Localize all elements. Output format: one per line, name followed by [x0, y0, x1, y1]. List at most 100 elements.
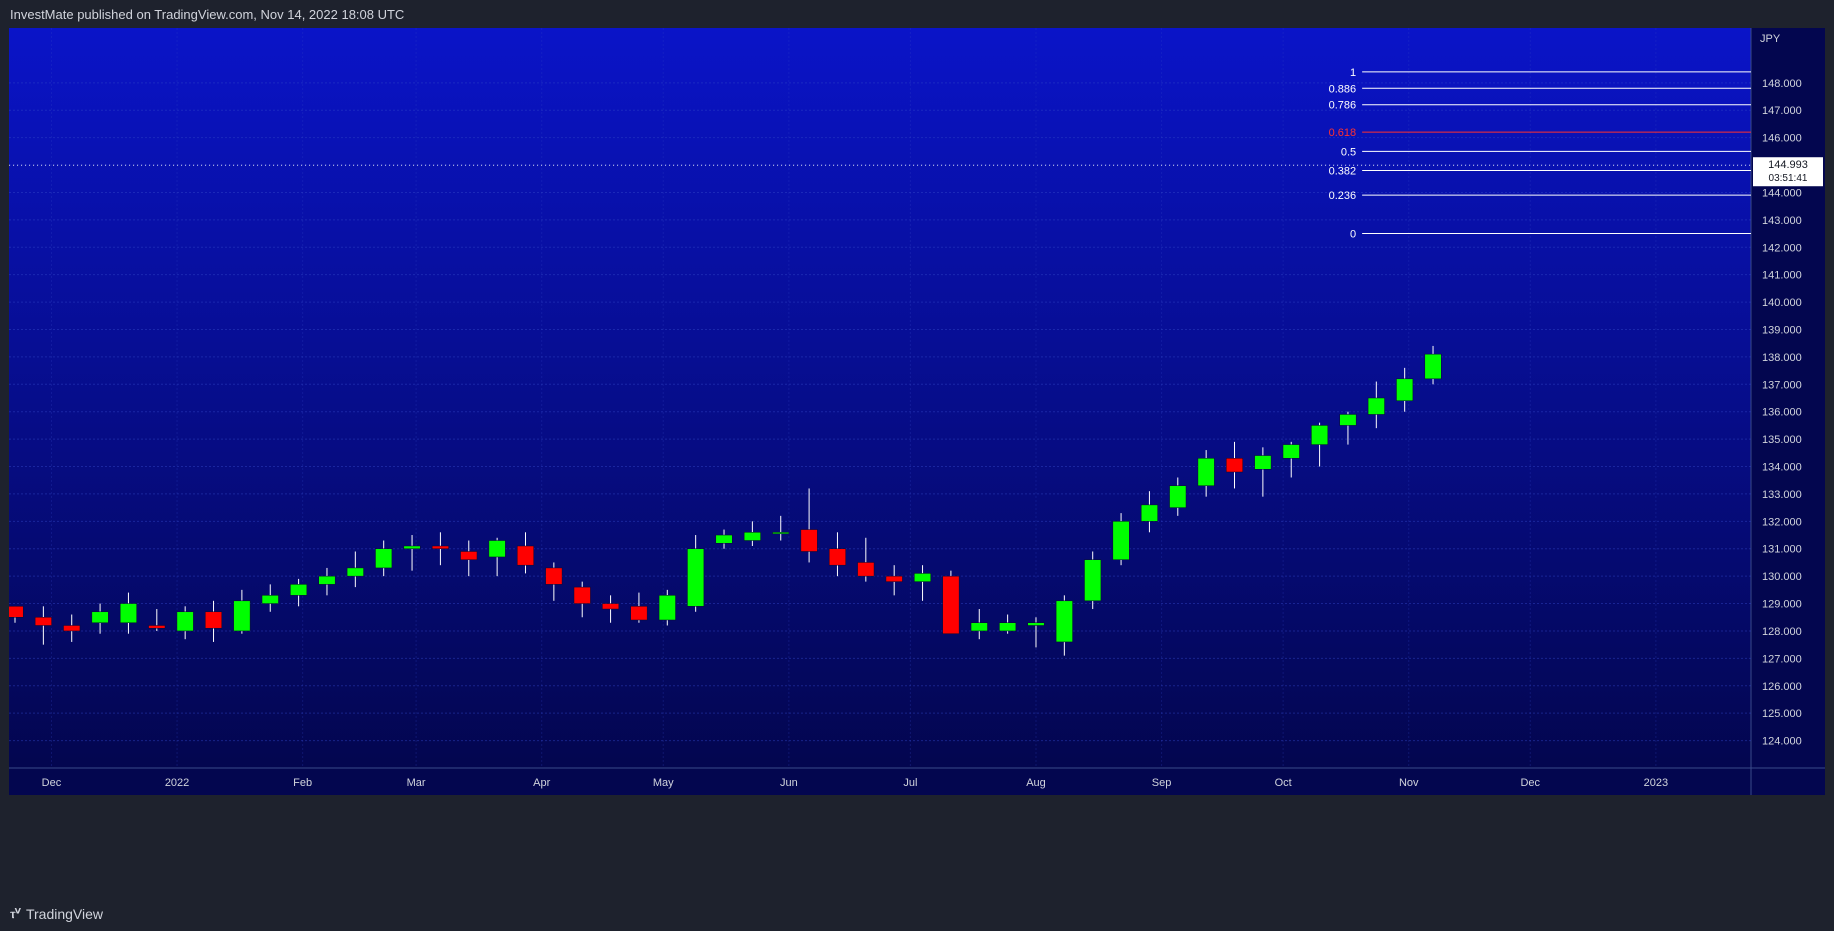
y-tick-label: 142.000 — [1762, 242, 1802, 254]
candle-body — [1396, 378, 1414, 401]
candle-body — [1084, 559, 1102, 602]
candle-body — [290, 584, 308, 596]
candle — [1084, 551, 1102, 610]
fib-level-label: 0.886 — [1329, 83, 1357, 95]
x-tick-label: Nov — [1399, 777, 1419, 789]
x-tick-label: Dec — [1520, 777, 1540, 789]
tradingview-brand[interactable]: ⲧⱽ TradingView — [10, 906, 103, 922]
y-tick-label: 148.000 — [1762, 78, 1802, 90]
candle-body — [800, 529, 818, 552]
candle-body — [715, 534, 733, 544]
tradingview-logo-icon: ⲧⱽ — [10, 906, 21, 922]
x-tick-label: May — [653, 777, 674, 789]
candle-body — [545, 567, 563, 585]
x-tick-label: Apr — [533, 777, 550, 789]
brand-name: TradingView — [25, 906, 104, 922]
candle-body — [261, 595, 279, 604]
x-tick-label: Jun — [780, 777, 798, 789]
y-tick-label: 138.000 — [1762, 352, 1802, 364]
y-tick-label: 125.000 — [1762, 708, 1802, 720]
x-tick-label: Feb — [293, 777, 312, 789]
y-tick-label: 132.000 — [1762, 516, 1802, 528]
y-tick-label: 129.000 — [1762, 599, 1802, 611]
x-tick-label: Sep — [1152, 777, 1172, 789]
candle-body — [205, 611, 222, 629]
candle-body — [63, 625, 81, 632]
y-tick-label: 126.000 — [1762, 681, 1802, 693]
candle-body — [233, 600, 251, 632]
y-tick-label: 124.000 — [1762, 736, 1802, 748]
y-tick-label: 133.000 — [1762, 489, 1802, 501]
candle-body — [517, 545, 534, 566]
candle-body — [403, 545, 421, 549]
candle-body — [431, 545, 449, 549]
x-tick-label: 2023 — [1644, 777, 1668, 789]
fib-level-label: 1 — [1350, 67, 1356, 79]
candle-body — [119, 603, 137, 623]
candle-body — [1112, 521, 1130, 560]
x-tick-label: 2022 — [165, 777, 189, 789]
fib-level-label: 0.382 — [1329, 166, 1357, 178]
current-price-value: 144.993 — [1768, 159, 1808, 171]
y-tick-label: 140.000 — [1762, 297, 1802, 309]
y-tick-label: 137.000 — [1762, 379, 1802, 391]
fib-level-label: 0.618 — [1329, 127, 1357, 139]
chart-area[interactable]: 1 0.886 0.786 0.618 0.5 0.382 0.236 0 124.000 12… — [9, 28, 1825, 895]
fib-level-label: 0.786 — [1329, 100, 1357, 112]
y-tick-label: 135.000 — [1762, 434, 1802, 446]
candle-body — [1282, 444, 1300, 459]
candle-body — [743, 532, 761, 541]
fib-level-label: 0 — [1350, 229, 1356, 241]
candle-body — [1169, 485, 1187, 508]
candle-body — [970, 622, 988, 632]
candle-body — [573, 586, 591, 604]
y-tick-label: 146.000 — [1762, 133, 1802, 145]
footer-bar: ⲧⱽ TradingView — [0, 898, 1834, 931]
candle-body — [488, 540, 506, 558]
candlestick-chart[interactable]: 1 0.886 0.786 0.618 0.5 0.382 0.236 0 124.000 12… — [9, 28, 1825, 895]
candle-body — [91, 611, 109, 623]
publish-header: InvestMate published on TradingView.com,… — [0, 0, 1834, 28]
x-tick-label: Dec — [42, 777, 62, 789]
candle-body — [1339, 414, 1357, 426]
y-tick-label: 141.000 — [1762, 270, 1802, 282]
y-tick-label: 127.000 — [1762, 653, 1802, 665]
candle-body — [772, 532, 790, 535]
fib-level-label: 0.5 — [1341, 146, 1356, 158]
candle-body — [1140, 504, 1158, 522]
candle-body — [1424, 353, 1442, 380]
candle-body — [1027, 622, 1045, 626]
candle-body — [1254, 455, 1272, 470]
plot-background — [9, 28, 1751, 768]
candle-body — [176, 611, 194, 632]
candle-body — [999, 622, 1017, 632]
y-tick-label: 143.000 — [1762, 215, 1802, 227]
candle-body — [1197, 458, 1215, 486]
candle-body — [687, 548, 705, 607]
x-tick-label: Jul — [903, 777, 917, 789]
y-tick-label: 139.000 — [1762, 324, 1802, 336]
y-tick-label: 147.000 — [1762, 105, 1802, 117]
y-tick-label: 134.000 — [1762, 462, 1802, 474]
candle-body — [885, 575, 903, 582]
candle-body — [375, 548, 393, 569]
candle-body — [1311, 425, 1329, 445]
candle-body — [460, 551, 478, 560]
y-tick-label: 130.000 — [1762, 571, 1802, 583]
candle-body — [857, 562, 875, 577]
fib-level-label: 0.236 — [1329, 190, 1357, 202]
candle — [658, 589, 676, 626]
candle-body — [914, 573, 932, 582]
y-tick-label: 144.000 — [1762, 187, 1802, 199]
candle-body — [658, 595, 676, 621]
candle-body — [1226, 458, 1243, 473]
bar-countdown: 03:51:41 — [1769, 173, 1808, 184]
published-info-text: InvestMate published on TradingView.com,… — [10, 7, 405, 22]
candle-body — [1367, 397, 1385, 415]
candle-body — [1055, 600, 1073, 643]
candle-body — [630, 606, 648, 621]
candle-body — [942, 575, 960, 634]
candle-body — [34, 617, 52, 626]
candle-body — [318, 575, 336, 585]
x-tick-label: Oct — [1275, 777, 1292, 789]
